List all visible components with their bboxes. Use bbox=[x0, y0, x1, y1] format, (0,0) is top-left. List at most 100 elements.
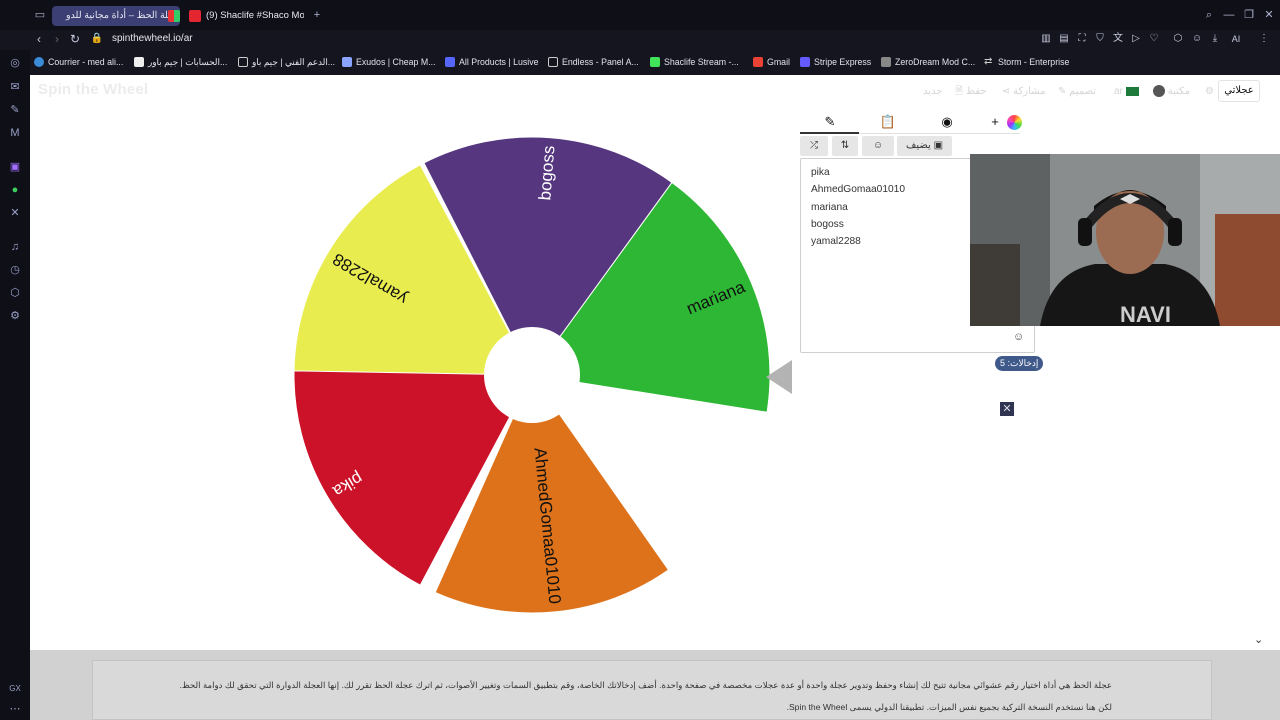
restore-button[interactable]: ❐ bbox=[1242, 8, 1256, 22]
aria-ai-button[interactable]: AI bbox=[1226, 32, 1246, 46]
bookmark-gmail[interactable]: Gmail bbox=[753, 54, 790, 70]
svg-text:NAVI: NAVI bbox=[1120, 302, 1171, 326]
add-image-button[interactable]: يضيف ▣ bbox=[897, 136, 952, 156]
whatsapp-icon[interactable]: ● bbox=[8, 183, 22, 197]
site-logo[interactable]: Spin the Wheel bbox=[38, 81, 148, 98]
extensions-icon[interactable]: ⬡ bbox=[8, 286, 22, 300]
search-tabs-icon[interactable]: ⌕ bbox=[1202, 8, 1216, 22]
edit-icon[interactable]: ✎ bbox=[8, 103, 22, 117]
spin-wheel[interactable]: marianabogossyamal2288pika AhmedGomaa0101… bbox=[294, 125, 774, 625]
url-field[interactable]: spinthewheel.io/ar bbox=[112, 33, 193, 45]
wheel-center[interactable] bbox=[484, 327, 580, 423]
forward-button[interactable]: › bbox=[49, 31, 65, 47]
entries-count-badge: إدخالات: 5 bbox=[995, 356, 1044, 371]
close-icon[interactable]: ✕ bbox=[1000, 402, 1014, 416]
bookmark-shaclife[interactable]: Shaclife Stream -... bbox=[650, 54, 739, 70]
play-icon[interactable]: ▷ bbox=[1129, 32, 1143, 46]
ai-icon[interactable]: ◎ bbox=[8, 56, 22, 70]
bookmark-support[interactable]: الدعم الفني | جيم باو... bbox=[238, 54, 335, 70]
browser-sidebar: ◯ ◎ ✉ ✎ M ▣ ● ✕ ♫ ◷ ⬡ ⚙ GX ⋯ bbox=[0, 0, 30, 720]
entry-line: AhmedGomaa01010 bbox=[811, 184, 906, 195]
webcam-overlay: NAVI bbox=[970, 154, 1280, 326]
emoji-picker-icon[interactable]: ☺ bbox=[1013, 331, 1024, 343]
save-button[interactable]: 🗎 حفظ bbox=[955, 84, 987, 100]
bookmark-list-icon[interactable]: ▤ bbox=[1057, 32, 1071, 46]
lock-icon: 🔒 bbox=[90, 33, 104, 44]
share-icon: ⋖ bbox=[1002, 86, 1011, 97]
m-app-icon[interactable]: M bbox=[8, 126, 22, 140]
outlook-icon bbox=[34, 57, 44, 67]
bookmark-zerodream[interactable]: ZeroDream Mod C... bbox=[881, 54, 975, 70]
bookmark-lusive[interactable]: All Products | Lusive bbox=[445, 54, 539, 70]
close-window-button[interactable]: ✕ bbox=[1262, 8, 1276, 22]
saudi-flag-icon bbox=[1125, 86, 1139, 96]
translate-icon[interactable]: 文 bbox=[1111, 32, 1125, 46]
tab-hide-icon[interactable]: ◉ bbox=[932, 111, 962, 133]
gmail-icon bbox=[753, 57, 763, 67]
shuffle-button[interactable]: ⤮ bbox=[800, 136, 828, 156]
settings-icon[interactable]: ⚙ bbox=[8, 309, 22, 323]
bookmark-stripe[interactable]: Stripe Express bbox=[800, 54, 871, 70]
active-tab-indicator bbox=[800, 132, 859, 134]
spinthewheel-favicon bbox=[168, 10, 180, 22]
bookmark-courrier[interactable]: Courrier - med ali... bbox=[34, 54, 123, 70]
shield-icon[interactable]: ⛉ bbox=[1093, 32, 1107, 46]
my-wheels-button[interactable]: عجلاتي bbox=[1218, 80, 1260, 102]
menu-icon[interactable]: ⋮ bbox=[1257, 32, 1271, 46]
description-line-2: لكن هنا نستخدم النسخة التركية بجميع نفس … bbox=[786, 702, 1112, 712]
storm-icon: ⇄ bbox=[984, 56, 993, 67]
tab-title: (9) Shaclife #Shaco Monta bbox=[206, 10, 304, 21]
back-button[interactable]: ‹ bbox=[31, 31, 47, 47]
tab-edit-entries[interactable]: ✎ bbox=[815, 111, 845, 133]
entry-line: yamal2288 bbox=[811, 236, 861, 247]
web-page: Spin the Wheel جديد 🗎 حفظ ⋖ مشاركة ✎ تصم… bbox=[30, 75, 1280, 720]
page-icon bbox=[548, 57, 558, 67]
twitch-icon[interactable]: ▣ bbox=[8, 160, 22, 174]
history-icon[interactable]: ◷ bbox=[8, 263, 22, 277]
bookmark-storm[interactable]: ⇄ Storm - Enterprise bbox=[984, 54, 1069, 70]
gallery-icon bbox=[1153, 85, 1165, 98]
save-icon: 🗎 bbox=[955, 86, 964, 97]
new-button[interactable]: جديد bbox=[923, 84, 942, 100]
settings-gear-icon[interactable]: ⚙ bbox=[1205, 84, 1214, 100]
bookmark-accounts[interactable]: الحسابات | جيم باور... bbox=[134, 54, 227, 70]
entry-line: pika bbox=[811, 167, 830, 178]
tab-results-icon[interactable]: 📋 bbox=[873, 111, 903, 133]
new-tab-button[interactable]: + bbox=[310, 8, 324, 22]
stripe-icon bbox=[800, 57, 810, 67]
customize-button[interactable]: ✎ تصميم bbox=[1058, 84, 1096, 100]
language-button[interactable]: ar bbox=[1114, 84, 1139, 100]
music-icon[interactable]: ♫ bbox=[8, 240, 22, 254]
tab-youtube[interactable]: (9) Shaclife #Shaco Monta bbox=[184, 6, 304, 26]
sidebar-toggle-icon[interactable]: ▥ bbox=[1039, 32, 1053, 46]
bookmark-exudos[interactable]: Exudos | Cheap M... bbox=[342, 54, 436, 70]
page-icon bbox=[238, 57, 248, 67]
tab-spinthewheel[interactable]: عجلة الحظ – أداة مجانية للدو bbox=[52, 6, 180, 26]
reload-button[interactable]: ↻ bbox=[67, 31, 83, 47]
chevron-down-icon[interactable]: ⌄ bbox=[1254, 633, 1263, 646]
youtube-favicon bbox=[189, 10, 201, 22]
mail-icon[interactable]: ✉ bbox=[8, 80, 22, 94]
sort-button[interactable]: ⇅ bbox=[832, 136, 858, 156]
image-icon: ▣ bbox=[933, 140, 944, 151]
minimize-button[interactable]: — bbox=[1222, 8, 1236, 22]
exudos-icon bbox=[342, 57, 352, 67]
more-icon[interactable]: ⋯ bbox=[8, 702, 22, 716]
gallery-button[interactable]: مكتبة bbox=[1153, 84, 1190, 100]
entry-line: bogoss bbox=[811, 219, 844, 230]
color-palette-icon[interactable] bbox=[999, 111, 1029, 133]
download-icon[interactable]: ⤓ bbox=[1208, 32, 1222, 46]
screenshot-icon[interactable]: ⛶ bbox=[1075, 32, 1089, 46]
puzzle-icon[interactable]: ⬡ bbox=[1171, 32, 1185, 46]
share-button[interactable]: ⋖ مشاركة bbox=[1002, 84, 1045, 100]
description-card: عجلة الحظ هي أداة اختيار رقم عشوائي مجان… bbox=[92, 660, 1212, 720]
bookmark-endless[interactable]: Endless - Panel A... bbox=[548, 54, 639, 70]
workspaces-icon[interactable]: ▭ bbox=[33, 8, 47, 22]
profile-icon[interactable]: ☺ bbox=[1190, 32, 1204, 46]
x-icon[interactable]: ✕ bbox=[8, 206, 22, 220]
gx-label: GX bbox=[9, 684, 21, 693]
emoji-button[interactable]: ☺ bbox=[862, 136, 894, 156]
description-line-1: عجلة الحظ هي أداة اختيار رقم عشوائي مجان… bbox=[179, 680, 1112, 690]
heart-icon[interactable]: ♡ bbox=[1147, 32, 1161, 46]
kick-icon bbox=[650, 57, 660, 67]
